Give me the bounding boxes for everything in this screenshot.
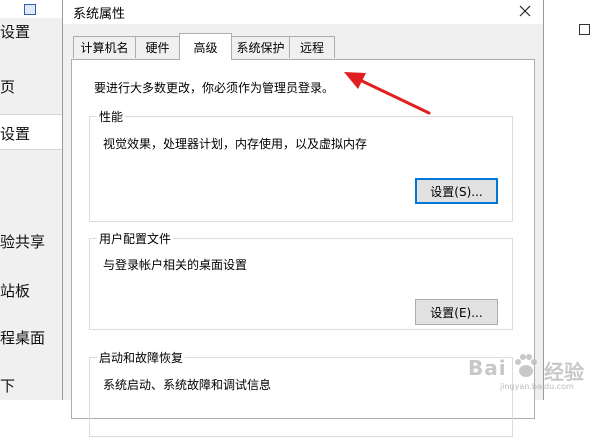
tab-advanced[interactable]: 高级 [179,33,232,60]
background-sidebar-item[interactable]: 站板 [0,280,30,301]
startup-recovery-description: 系统启动、系统故障和调试信息 [103,378,272,392]
startup-recovery-group: 启动和故障恢复 系统启动、系统故障和调试信息 [89,349,513,437]
close-icon [519,5,531,17]
dialog-titlebar: 系统属性 [63,0,543,24]
watermark-text-left: Bai [468,356,507,380]
background-sidebar-item-selected[interactable]: 设置 [0,123,30,144]
startup-recovery-group-title: 启动和故障恢复 [97,349,186,366]
maximize-icon[interactable] [579,24,590,35]
performance-group: 性能 视觉效果，处理器计划，内存使用，以及虚拟内存 设置(S)... [89,108,513,222]
performance-group-title: 性能 [97,108,126,125]
user-profiles-description: 与登录帐户相关的桌面设置 [103,258,248,272]
tab-hardware[interactable]: 硬件 [135,36,180,58]
background-window-sidebar: 设置 页 设置 验共享 站板 程桌面 下 [0,0,70,400]
user-profiles-settings-button[interactable]: 设置(E)... [415,299,498,325]
background-sidebar-item[interactable]: 验共享 [0,231,45,252]
background-sidebar-item[interactable]: 页 [0,76,15,97]
watermark-url: jingyan.baidu.com [500,382,574,391]
system-properties-dialog: 系统属性 计算机名 硬件 高级 系统保护 远程 要进行大多数更改，你必须作为管理… [62,0,544,437]
performance-settings-button[interactable]: 设置(S)... [415,178,498,204]
advanced-tab-panel: 要进行大多数更改，你必须作为管理员登录。 性能 视觉效果，处理器计划，内存使用，… [71,59,535,437]
background-sidebar-item[interactable]: 程桌面 [0,327,45,348]
admin-notice: 要进行大多数更改，你必须作为管理员登录。 [94,81,335,95]
tab-remote[interactable]: 远程 [289,36,335,58]
paw-logo-icon [515,354,537,377]
tab-computer-name[interactable]: 计算机名 [73,36,136,58]
background-sidebar-item[interactable]: 下 [0,375,15,396]
dialog-title: 系统属性 [73,7,126,22]
tab-system-protection[interactable]: 系统保护 [231,36,290,58]
close-button[interactable] [509,0,541,22]
baidu-watermark: Bai 经验 jingyan.baidu.com [468,346,594,392]
watermark-text-right: 经验 [544,360,584,384]
background-window-right [542,0,600,400]
background-window-icon [24,4,36,15]
performance-description: 视觉效果，处理器计划，内存使用，以及虚拟内存 [103,137,368,151]
user-profiles-group: 用户配置文件 与登录帐户相关的桌面设置 设置(E)... [89,230,513,330]
user-profiles-group-title: 用户配置文件 [97,230,174,247]
background-sidebar-item[interactable]: 设置 [0,21,30,42]
